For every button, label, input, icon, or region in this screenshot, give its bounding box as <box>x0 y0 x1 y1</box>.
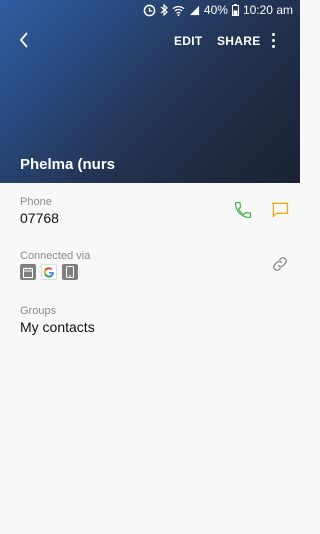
groups-value[interactable]: My contacts <box>20 319 95 335</box>
chevron-left-icon <box>19 32 28 48</box>
connected-accounts <box>20 264 78 280</box>
contact-name: Phelma (nurs <box>20 156 116 173</box>
more-options-button[interactable] <box>266 31 280 49</box>
sync-icon <box>143 4 156 17</box>
google-icon <box>41 264 57 280</box>
groups-label: Groups <box>20 305 57 317</box>
clock-time: 10:20 am <box>242 3 293 17</box>
signal-icon <box>189 5 200 16</box>
message-button[interactable] <box>270 200 290 220</box>
more-vert-icon-dot <box>271 32 275 36</box>
battery-percent: 40% <box>203 3 228 17</box>
phone-number[interactable]: 07768 <box>20 210 59 226</box>
bluetooth-icon <box>160 4 168 16</box>
phone-device-icon <box>62 264 78 280</box>
calendar-icon <box>20 264 36 280</box>
phone-icon <box>234 201 252 219</box>
contact-header: 40% 10:20 am EDIT SHARE Phelma (nurs <box>0 0 300 183</box>
call-button[interactable] <box>233 200 253 220</box>
more-vert-icon-dot <box>271 38 275 42</box>
link-button[interactable] <box>270 254 290 274</box>
status-bar: 40% 10:20 am <box>0 0 300 20</box>
wifi-icon <box>172 5 185 16</box>
phone-label: Phone <box>20 196 52 208</box>
connected-via-label: Connected via <box>20 250 91 262</box>
battery-icon <box>231 4 239 16</box>
share-button[interactable]: SHARE <box>217 34 261 48</box>
message-icon <box>271 202 289 218</box>
back-button[interactable] <box>14 30 34 50</box>
edit-button[interactable]: EDIT <box>174 34 203 48</box>
link-icon <box>273 257 287 271</box>
more-vert-icon-dot <box>271 44 275 48</box>
